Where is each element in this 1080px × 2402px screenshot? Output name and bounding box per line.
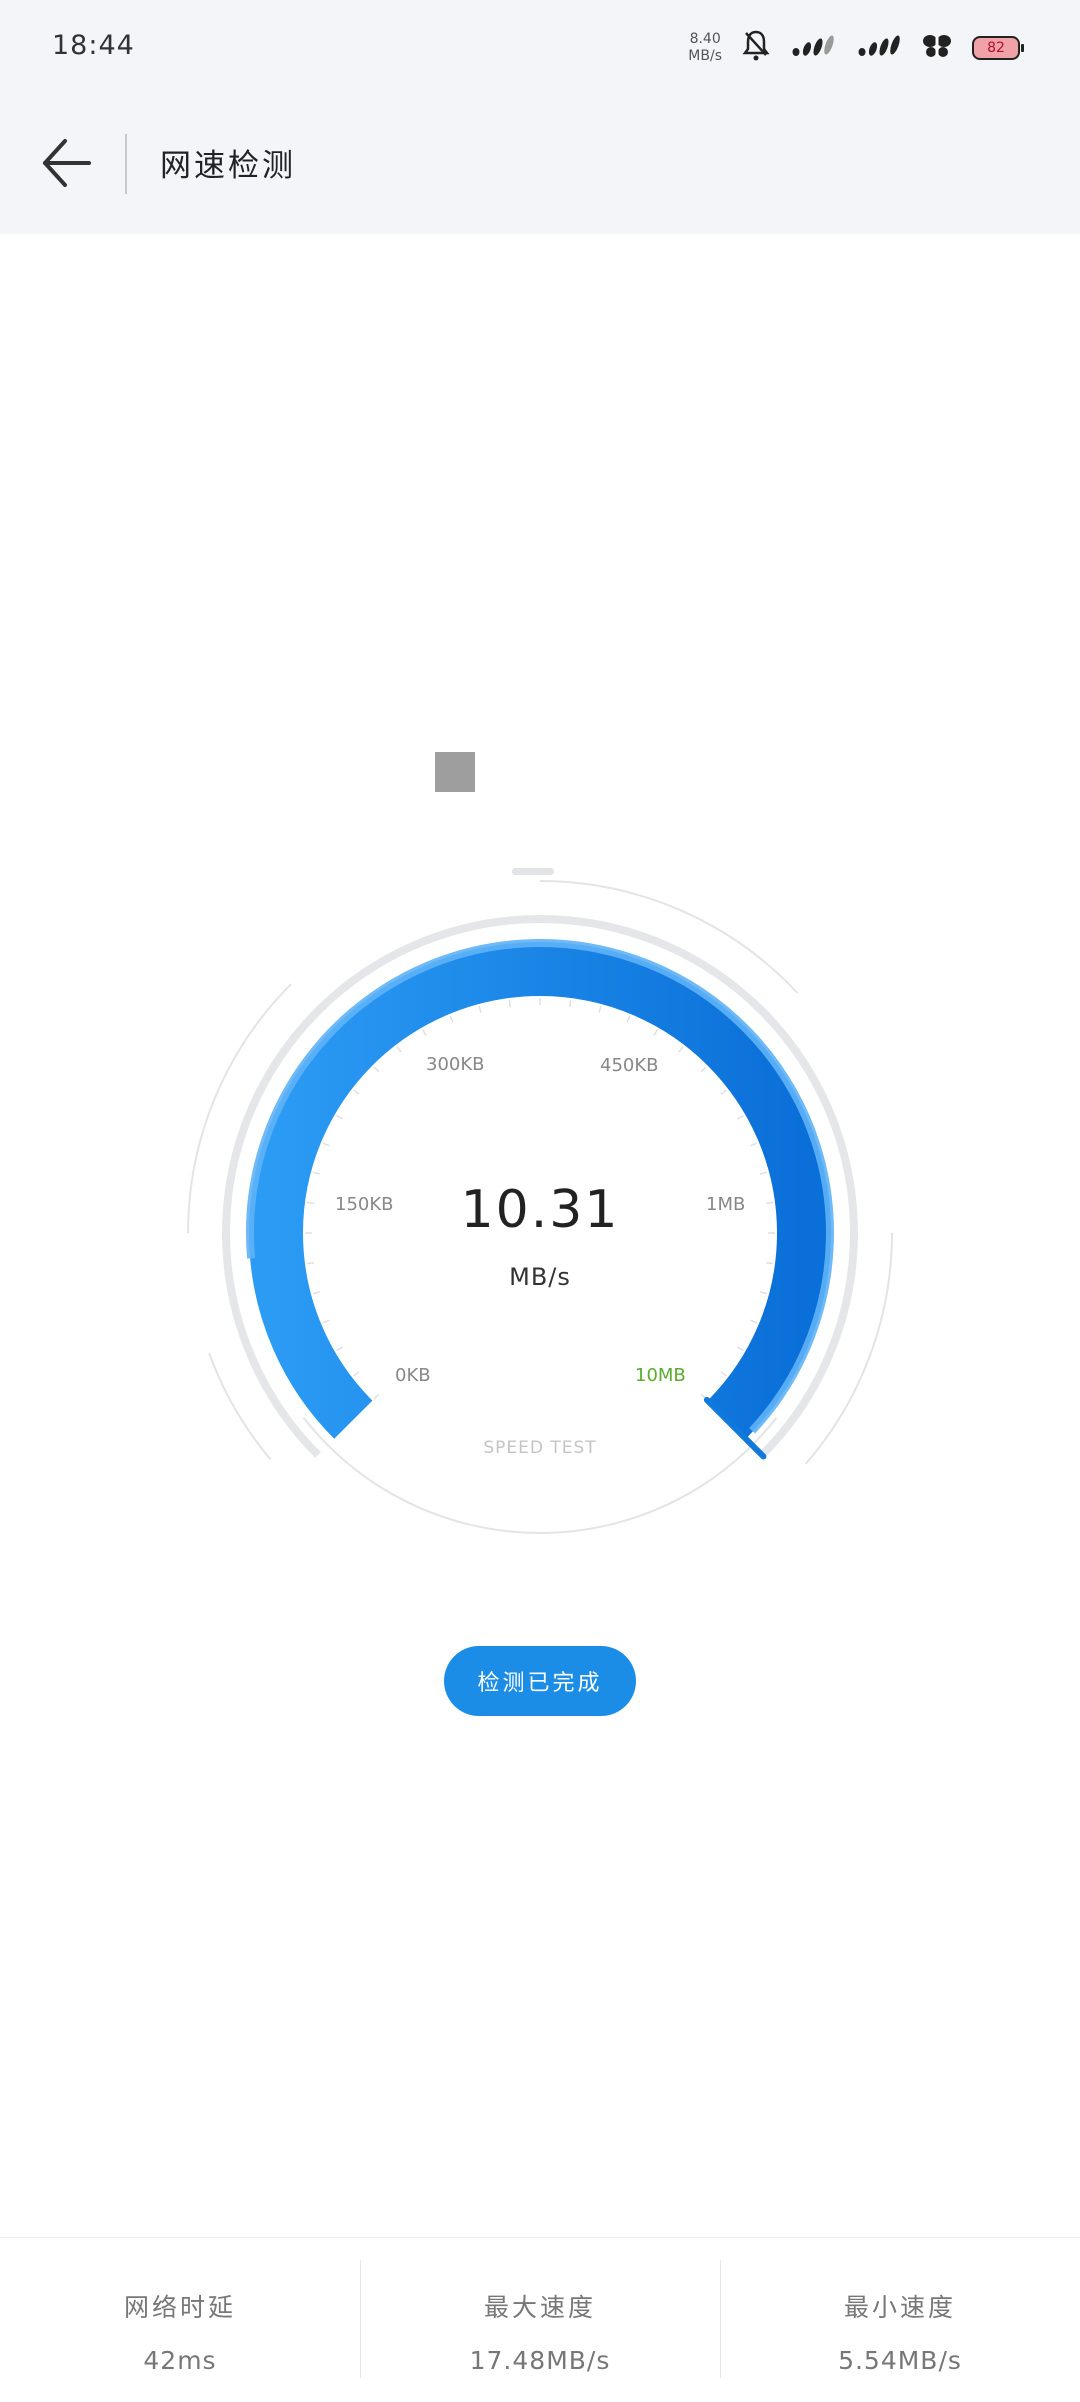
speed-value: 10.31 [460, 1180, 620, 1240]
stat-label: 最大速度 [483, 2293, 596, 2322]
gauge-minor-tick [678, 1046, 684, 1053]
gauge-minor-tick [508, 999, 511, 1008]
speed-test-label: SPEED TEST [483, 1438, 597, 1458]
gauge-minor-tick [569, 999, 572, 1008]
gauge-minor-tick [626, 1015, 631, 1023]
stat-label: 网络时延 [123, 2293, 236, 2322]
gauge-minor-tick [653, 1029, 659, 1036]
stat-value: 42ms [143, 2346, 217, 2375]
gauge-minor-tick [421, 1029, 427, 1036]
gauge-minor-tick [737, 1346, 744, 1352]
gauge-minor-tick [322, 1319, 330, 1324]
gauge-minor-tick [449, 1015, 454, 1023]
stats-bar: 网络时延 42ms 最大速度 17.48MB/s 最小速度 5.54MB/s [0, 2237, 1080, 2402]
stat-latency: 网络时延 42ms [0, 2238, 360, 2402]
speed-gauge [187, 868, 893, 1534]
tick-label: 300KB [426, 1054, 485, 1075]
gauge-minor-tick [312, 1171, 320, 1175]
gauge-minor-tick [373, 1393, 380, 1400]
gauge-minor-tick [760, 1171, 768, 1175]
gauge-minor-tick [720, 1371, 727, 1377]
tick-label-active: 10MB [635, 1365, 686, 1386]
gauge-minor-tick [322, 1142, 330, 1147]
stat-value: 17.48MB/s [469, 2346, 611, 2375]
gauge-minor-tick [720, 1089, 727, 1095]
tick-label: 1MB [706, 1194, 746, 1215]
gauge-minor-tick [765, 1262, 774, 1265]
gauge-minor-tick [336, 1346, 343, 1352]
gauge-minor-tick [760, 1291, 768, 1295]
stat-max-speed: 最大速度 17.48MB/s [360, 2238, 720, 2402]
gauge-minor-tick [700, 1066, 707, 1073]
gauge-minor-tick [750, 1142, 758, 1147]
stat-min-speed: 最小速度 5.54MB/s [720, 2238, 1080, 2402]
gauge-minor-tick [306, 1201, 315, 1204]
gauge-minor-tick [396, 1046, 402, 1053]
gauge-minor-tick [353, 1371, 360, 1377]
stat-value: 5.54MB/s [838, 2346, 962, 2375]
gauge-minor-tick [306, 1262, 315, 1265]
gauge-bottom-arc [302, 1417, 778, 1534]
speed-unit: MB/s [509, 1263, 571, 1291]
stat-label: 最小速度 [843, 2293, 956, 2322]
gauge-minor-tick [336, 1114, 343, 1120]
gauge-minor-tick [737, 1114, 744, 1120]
gauge-minor-tick [353, 1089, 360, 1095]
tick-label: 450KB [600, 1055, 659, 1076]
gauge-minor-tick [312, 1291, 320, 1295]
gauge-minor-tick [373, 1066, 380, 1073]
tick-label: 0KB [395, 1365, 431, 1386]
gauge-top-cap [512, 868, 554, 875]
test-complete-button[interactable]: 检测已完成 [444, 1646, 636, 1716]
gauge-minor-tick [750, 1319, 758, 1324]
gauge-minor-tick [765, 1201, 774, 1204]
gauge-minor-tick [598, 1005, 602, 1013]
tick-label: 150KB [335, 1194, 394, 1215]
gauge-minor-tick [478, 1005, 482, 1013]
